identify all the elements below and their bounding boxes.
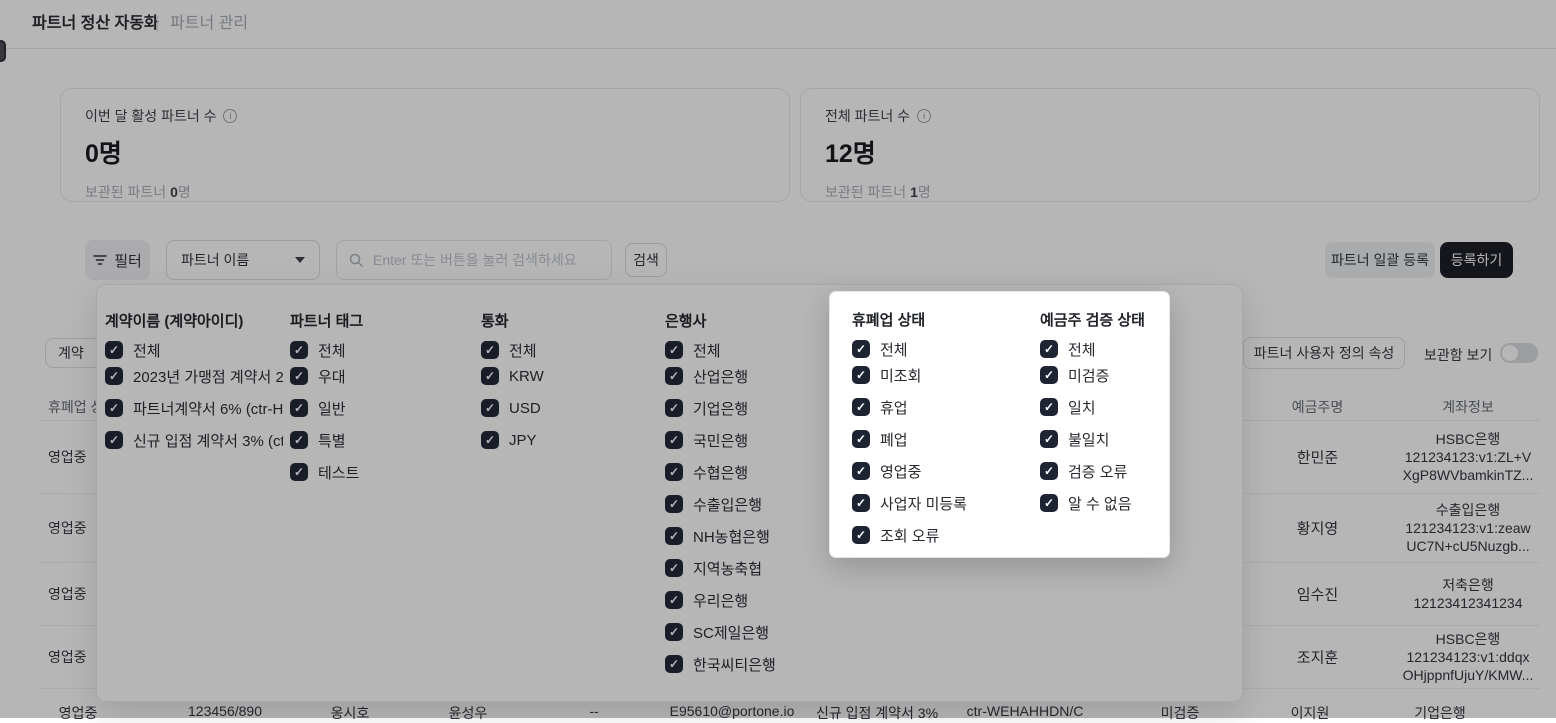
filter-option-label: 영업중 [880,462,921,480]
filter-option-label: 일치 [1068,398,1096,416]
filter-option[interactable]: ✓ 일치 [1040,398,1168,416]
dim-overlay[interactable] [0,0,1556,718]
filter-option-label: 검증 오류 [1068,462,1127,480]
filter-option-label: 조회 오류 [880,526,939,544]
filter-option[interactable]: ✓ 미검증 [1040,366,1168,384]
spotlight-highlight-box: 휴폐업 상태 ✓ 전체 ✓ 미조회 ✓ 휴업 ✓ [830,292,1169,557]
filter-option[interactable]: ✓ 미조회 [852,366,1017,384]
filter-column-title: 휴폐업 상태 [852,312,1017,330]
filter-option[interactable]: ✓ 불일치 [1040,430,1168,448]
checkbox-checked-icon[interactable]: ✓ [1040,398,1058,416]
filter-option-label: 불일치 [1068,430,1109,448]
checkbox-checked-icon[interactable]: ✓ [852,462,870,480]
filter-column-title: 예금주 검증 상태 [1040,312,1168,330]
filter-column-business-status: 휴폐업 상태 ✓ 전체 ✓ 미조회 ✓ 휴업 ✓ [852,312,1017,558]
filter-option[interactable]: ✓ 영업중 [852,462,1017,480]
checkbox-checked-icon[interactable]: ✓ [1040,340,1058,358]
filter-option[interactable]: ✓ 전체 [852,340,1017,358]
checkbox-checked-icon[interactable]: ✓ [852,340,870,358]
filter-option-label: 전체 [880,340,908,358]
checkbox-checked-icon[interactable]: ✓ [1040,462,1058,480]
filter-option-label: 알 수 없음 [1068,494,1132,512]
checkbox-checked-icon[interactable]: ✓ [1040,430,1058,448]
filter-option[interactable]: ✓ 알 수 없음 [1040,494,1168,512]
checkbox-checked-icon[interactable]: ✓ [852,398,870,416]
filter-option-label: 사업자 미등록 [880,494,967,512]
filter-option[interactable]: ✓ 폐업 [852,430,1017,448]
checkbox-checked-icon[interactable]: ✓ [852,494,870,512]
filter-option-label: 미조회 [880,366,921,384]
filter-column-depositor-verification: 예금주 검증 상태 ✓ 전체 ✓ 미검증 ✓ 일치 ✓ [1040,312,1168,526]
filter-option[interactable]: ✓ 사업자 미등록 [852,494,1017,512]
filter-option[interactable]: ✓ 검증 오류 [1040,462,1168,480]
filter-option[interactable]: ✓ 조회 오류 [852,526,1017,544]
checkbox-checked-icon[interactable]: ✓ [852,366,870,384]
checkbox-checked-icon[interactable]: ✓ [852,430,870,448]
filter-option[interactable]: ✓ 휴업 [852,398,1017,416]
filter-option-list: ✓ 전체 ✓ 미조회 ✓ 휴업 ✓ 폐업 [852,340,1017,544]
checkbox-checked-icon[interactable]: ✓ [1040,366,1058,384]
checkbox-checked-icon[interactable]: ✓ [1040,494,1058,512]
filter-option[interactable]: ✓ 전체 [1040,340,1168,358]
filter-option-label: 미검증 [1068,366,1109,384]
filter-option-label: 전체 [1068,340,1096,358]
filter-option-label: 휴업 [880,398,908,416]
filter-option-label: 폐업 [880,430,908,448]
checkbox-checked-icon[interactable]: ✓ [852,526,870,544]
filter-option-list: ✓ 전체 ✓ 미검증 ✓ 일치 ✓ 불일치 [1040,340,1168,512]
